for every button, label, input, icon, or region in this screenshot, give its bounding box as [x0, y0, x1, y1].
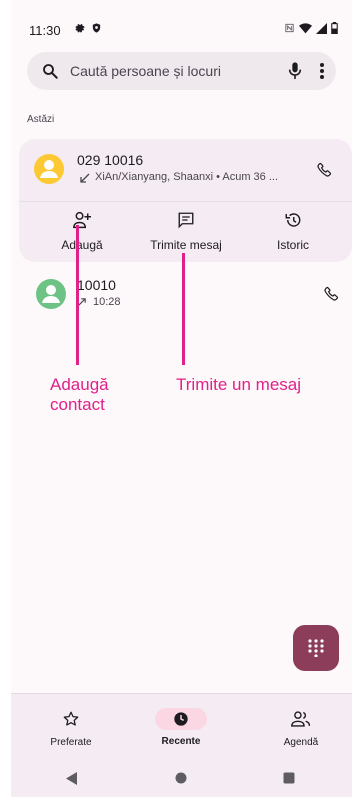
history-label: Istoric	[276, 238, 309, 252]
system-navigation-bar	[11, 759, 352, 797]
tab-recents[interactable]: Recente	[131, 708, 231, 747]
section-header-today: Astăzi	[27, 114, 55, 125]
recent-apps-icon[interactable]	[283, 772, 295, 784]
search-icon[interactable]	[41, 62, 59, 80]
dialpad-button[interactable]	[293, 625, 339, 671]
nfc-icon	[285, 23, 294, 33]
microphone-icon[interactable]	[287, 61, 303, 81]
message-label: Trimite mesaj	[150, 238, 222, 252]
settings-gear-icon	[75, 24, 85, 33]
cellular-signal-icon	[316, 22, 327, 34]
contacts-people-icon	[291, 711, 311, 727]
search-bar[interactable]: Caută persoane și locuri	[27, 52, 336, 90]
history-icon	[285, 213, 301, 227]
phone-icon[interactable]	[316, 161, 333, 178]
call-detail: 10:28	[93, 296, 121, 308]
status-bar: 11:30	[11, 0, 352, 40]
shield-icon	[92, 23, 101, 33]
add-label: Adaugă	[61, 238, 103, 252]
call-entry-1[interactable]: 029 10016 XiAn/Xianyang, Shaanxi • Acum …	[19, 139, 352, 202]
phone-screen: 11:30 Caută persoane și locuri Astăzi 02…	[11, 0, 352, 797]
dialpad-icon	[308, 639, 324, 657]
tab-favorites[interactable]: Preferate	[21, 708, 121, 748]
star-icon	[63, 711, 79, 726]
person-icon	[40, 160, 58, 178]
status-time: 11:30	[29, 23, 61, 38]
history-button[interactable]: Istoric	[243, 211, 343, 252]
add-person-icon	[73, 211, 91, 229]
phone-icon[interactable]	[323, 285, 340, 302]
expanded-call-card: 029 10016 XiAn/Xianyang, Shaanxi • Acum …	[19, 139, 352, 262]
clock-icon	[174, 712, 188, 726]
annotation-add-contact: Adaugă contact	[50, 375, 109, 414]
annotation-line-message	[182, 253, 185, 365]
send-message-button[interactable]: Trimite mesaj	[136, 211, 236, 252]
annotation-send-message: Trimite un mesaj	[176, 375, 302, 394]
back-icon[interactable]	[66, 772, 78, 785]
tab-recents-label: Recente	[161, 736, 201, 747]
call-detail: XiAn/Xianyang, Shaanxi • Acum 36 ...	[95, 171, 279, 183]
person-icon	[42, 285, 60, 303]
wifi-icon	[299, 22, 312, 33]
tab-favorites-label: Preferate	[50, 737, 92, 748]
avatar[interactable]	[34, 154, 64, 184]
avatar[interactable]	[36, 279, 66, 309]
missed-call-arrow-icon	[80, 173, 90, 183]
outgoing-call-arrow-icon	[78, 298, 86, 306]
tab-contacts-label: Agendă	[283, 737, 319, 748]
annotation-line-add	[76, 225, 79, 365]
search-input[interactable]: Caută persoane și locuri	[70, 63, 221, 79]
battery-icon	[331, 22, 338, 34]
tab-contacts[interactable]: Agendă	[251, 708, 351, 748]
add-contact-button[interactable]: Adaugă	[32, 211, 132, 252]
call-number: 10010	[77, 277, 116, 293]
message-icon	[178, 212, 194, 229]
call-number: 029 10016	[77, 152, 144, 168]
more-options-icon[interactable]	[319, 61, 325, 81]
home-icon[interactable]	[175, 772, 187, 784]
bottom-navigation: Preferate Recente Agendă	[11, 693, 352, 760]
